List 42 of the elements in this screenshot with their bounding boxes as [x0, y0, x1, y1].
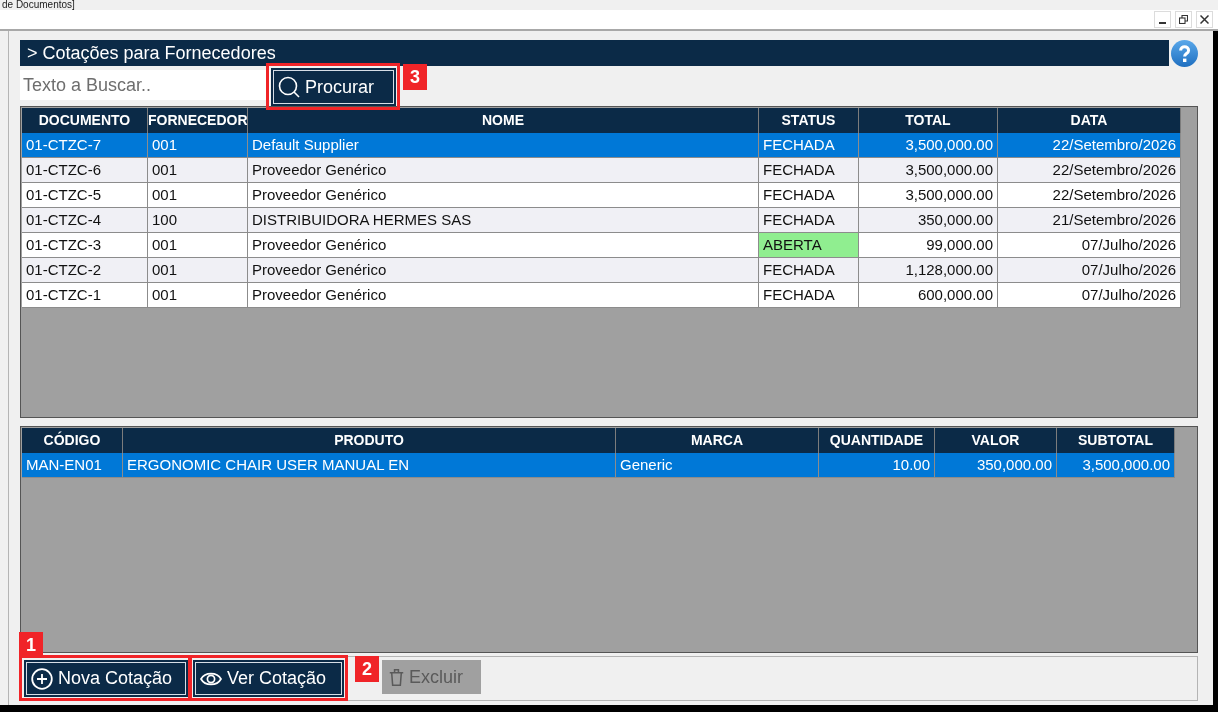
step-number: 2 — [355, 656, 379, 682]
eye-icon — [200, 670, 222, 687]
window-title: de Documentos] — [2, 0, 75, 10]
table-cell: MAN-EN01 — [22, 453, 123, 478]
table-row[interactable]: 01-CTZC-1 001 Proveedor Genérico FECHADA 600,000.00 07/Julho/2026 — [22, 283, 1181, 308]
help-icon — [1171, 40, 1198, 67]
close-icon — [1200, 15, 1209, 24]
plus-circle-icon — [31, 667, 53, 690]
restore-button[interactable] — [1175, 11, 1192, 28]
table-row[interactable]: 01-CTZC-5 001 Proveedor Genérico FECHADA 3,500,000.00 22/Setembro/2026 — [22, 183, 1181, 208]
table-cell: Proveedor Genérico — [248, 283, 759, 308]
search-icon — [278, 76, 300, 98]
table-row[interactable]: 01-CTZC-7 001 Default Supplier FECHADA 3,500,000.00 22/Setembro/2026 — [22, 133, 1181, 158]
page-title: > Cotações para Fornecedores — [20, 40, 1169, 66]
step-number: 1 — [19, 632, 43, 658]
table-cell: 01-CTZC-1 — [22, 283, 148, 308]
close-button[interactable] — [1196, 11, 1213, 28]
restore-icon — [1179, 15, 1188, 24]
view-button[interactable]: Ver Cotação — [193, 660, 344, 697]
table-row[interactable]: 01-CTZC-6 001 Proveedor Genérico FECHADA 3,500,000.00 22/Setembro/2026 — [22, 158, 1181, 183]
table-cell: 07/Julho/2026 — [998, 283, 1181, 308]
table-cell: 350,000.00 — [935, 453, 1057, 478]
table-cell: 600,000.00 — [859, 283, 998, 308]
table-cell: Generic — [616, 453, 819, 478]
table-cell: ERGONOMIC CHAIR USER MANUAL EN — [123, 453, 616, 478]
search-field[interactable]: Texto a Buscar.. — [20, 70, 270, 100]
table-cell: FECHADA — [759, 283, 859, 308]
table-cell: 10.00 — [819, 453, 935, 478]
trash-icon — [389, 668, 404, 686]
status-cell: ABERTA — [759, 233, 859, 258]
step-number: 3 — [403, 64, 427, 90]
search-button[interactable]: Procurar — [271, 68, 396, 106]
table-row[interactable]: 01-CTZC-2 001 Proveedor Genérico FECHADA 1,128,000.00 07/Julho/2026 — [22, 258, 1181, 283]
table-row[interactable]: MAN-EN01 ERGONOMIC CHAIR USER MANUAL EN Generic 10.00 350,000.00 3,500,000.00 — [22, 453, 1175, 478]
table-cell: 001 — [148, 283, 248, 308]
minimize-button[interactable] — [1154, 11, 1171, 28]
table-cell: 3,500,000.00 — [1057, 453, 1175, 478]
column-header[interactable]: FORNECEDOR — [148, 108, 248, 133]
minimize-icon — [1159, 22, 1166, 24]
table-row[interactable]: 01-CTZC-3 001 Proveedor Genérico ABERTA 99,000.00 07/Julho/2026 — [22, 233, 1181, 258]
table-row[interactable]: 01-CTZC-4 100 DISTRIBUIDORA HERMES SAS FECHADA 350,000.00 21/Setembro/2026 — [22, 208, 1181, 233]
new-button[interactable]: Nova Cotação — [24, 660, 188, 697]
